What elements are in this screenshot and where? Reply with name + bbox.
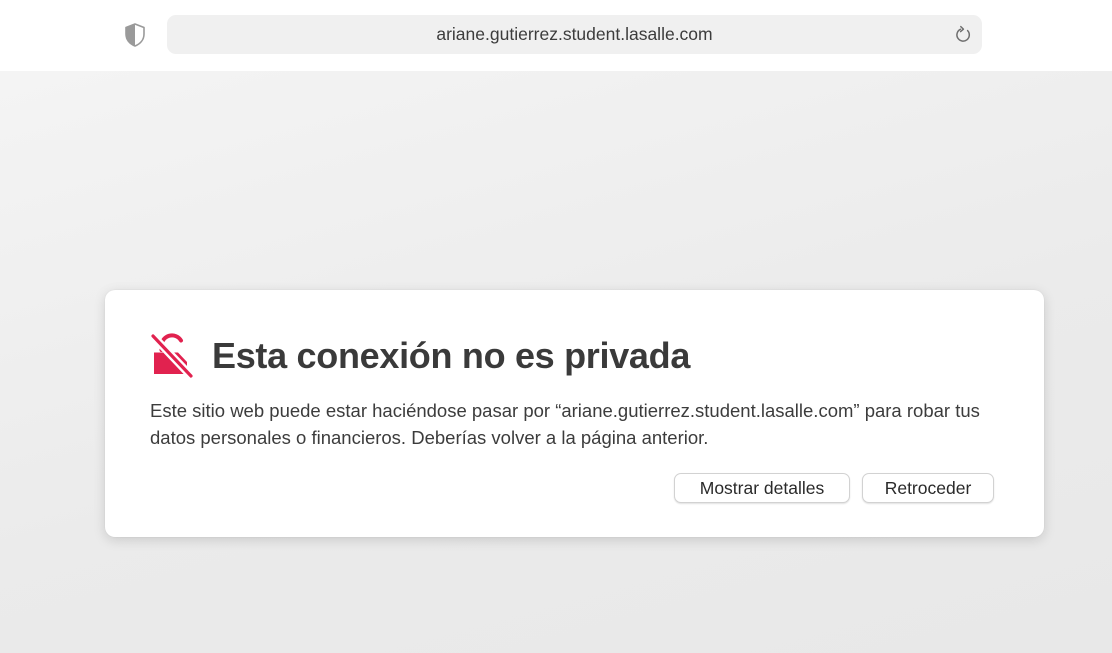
shield-icon[interactable] [123,22,147,48]
warning-title: Esta conexión no es privada [212,335,691,376]
warning-message: Este sitio web puede estar haciéndose pa… [150,400,980,448]
broken-lock-icon [149,332,195,380]
show-details-button[interactable]: Mostrar detalles [674,473,850,503]
address-bar[interactable]: ariane.gutierrez.student.lasalle.com [167,15,982,54]
reload-icon[interactable] [952,24,974,46]
address-text[interactable]: ariane.gutierrez.student.lasalle.com [167,15,982,54]
go-back-button[interactable]: Retroceder [862,473,994,503]
browser-toolbar: ariane.gutierrez.student.lasalle.com [0,0,1112,71]
page-content: Esta conexión no es privada Este sitio w… [0,71,1112,653]
warning-card: Esta conexión no es privada Este sitio w… [105,290,1044,537]
